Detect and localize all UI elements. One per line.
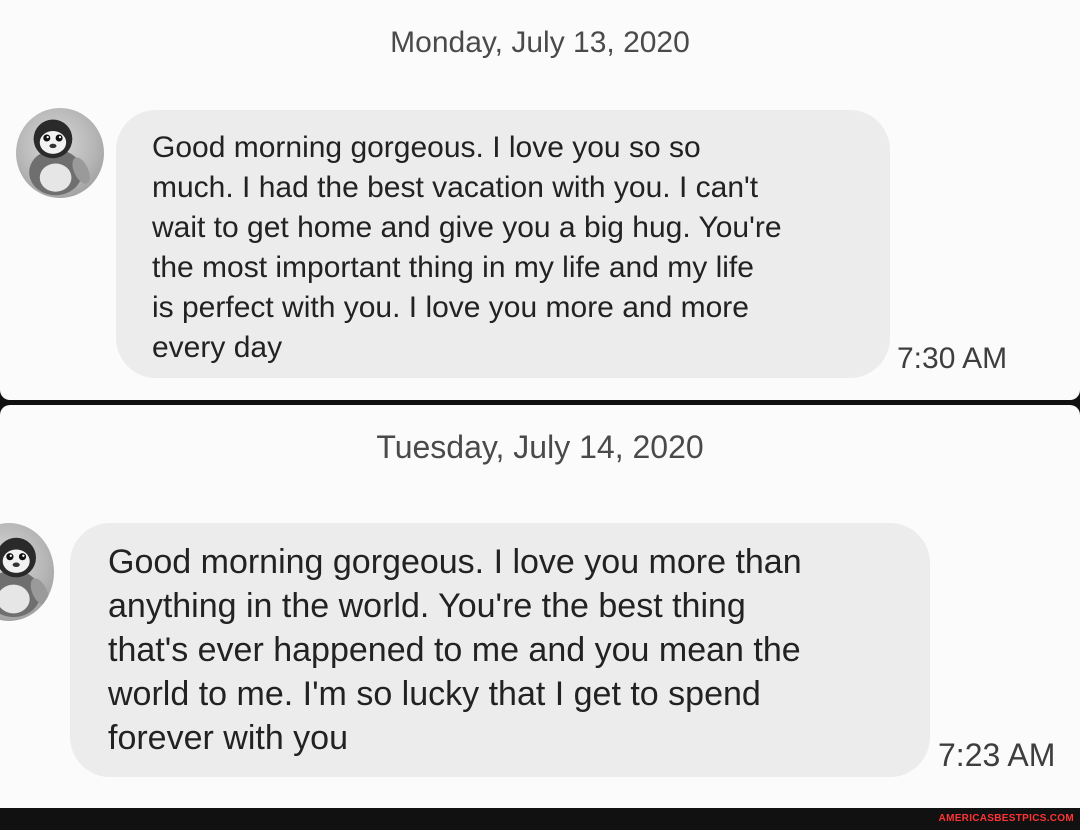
message-line: that's ever happened to me and you mean … bbox=[108, 631, 801, 669]
message-bubble[interactable]: Good morning gorgeous. I love you so so … bbox=[116, 110, 890, 378]
penguin-avatar-icon[interactable] bbox=[16, 108, 104, 198]
message-line: every day bbox=[152, 331, 283, 364]
message-line: Good morning gorgeous. I love you so so bbox=[152, 131, 701, 164]
message-bubble[interactable]: Good morning gorgeous. I love you more t… bbox=[70, 523, 930, 777]
watermark-text: AMERICASBESTPICS.COM bbox=[938, 813, 1074, 824]
penguin-avatar-graphic bbox=[29, 119, 90, 196]
screenshot-collage: Monday, July 13, 2020 Good morning gorge… bbox=[0, 0, 1080, 830]
chat-panel-monday: Monday, July 13, 2020 Good morning gorge… bbox=[0, 0, 1080, 400]
message-timestamp: 7:23 AM bbox=[938, 737, 1056, 773]
chat-panel-tuesday: Tuesday, July 14, 2020 Good morning gorg… bbox=[0, 405, 1080, 808]
penguin-avatar-icon[interactable] bbox=[0, 523, 54, 621]
message-line: world to me. I'm so lucky that I get to … bbox=[108, 675, 761, 713]
message-line: is perfect with you. I love you more and… bbox=[152, 291, 749, 324]
message-line: much. I had the best vacation with you. … bbox=[152, 171, 759, 204]
message-timestamp: 7:30 AM bbox=[897, 342, 1008, 375]
message-line: the most important thing in my life and … bbox=[152, 251, 754, 284]
date-header: Tuesday, July 14, 2020 bbox=[376, 429, 704, 465]
message-line: forever with you bbox=[108, 719, 348, 757]
message-line: anything in the world. You're the best t… bbox=[108, 587, 746, 625]
date-header: Monday, July 13, 2020 bbox=[390, 26, 690, 59]
message-line: Good morning gorgeous. I love you more t… bbox=[108, 543, 802, 581]
message-line: wait to get home and give you a big hug.… bbox=[152, 211, 782, 244]
penguin-avatar-graphic bbox=[0, 537, 49, 617]
